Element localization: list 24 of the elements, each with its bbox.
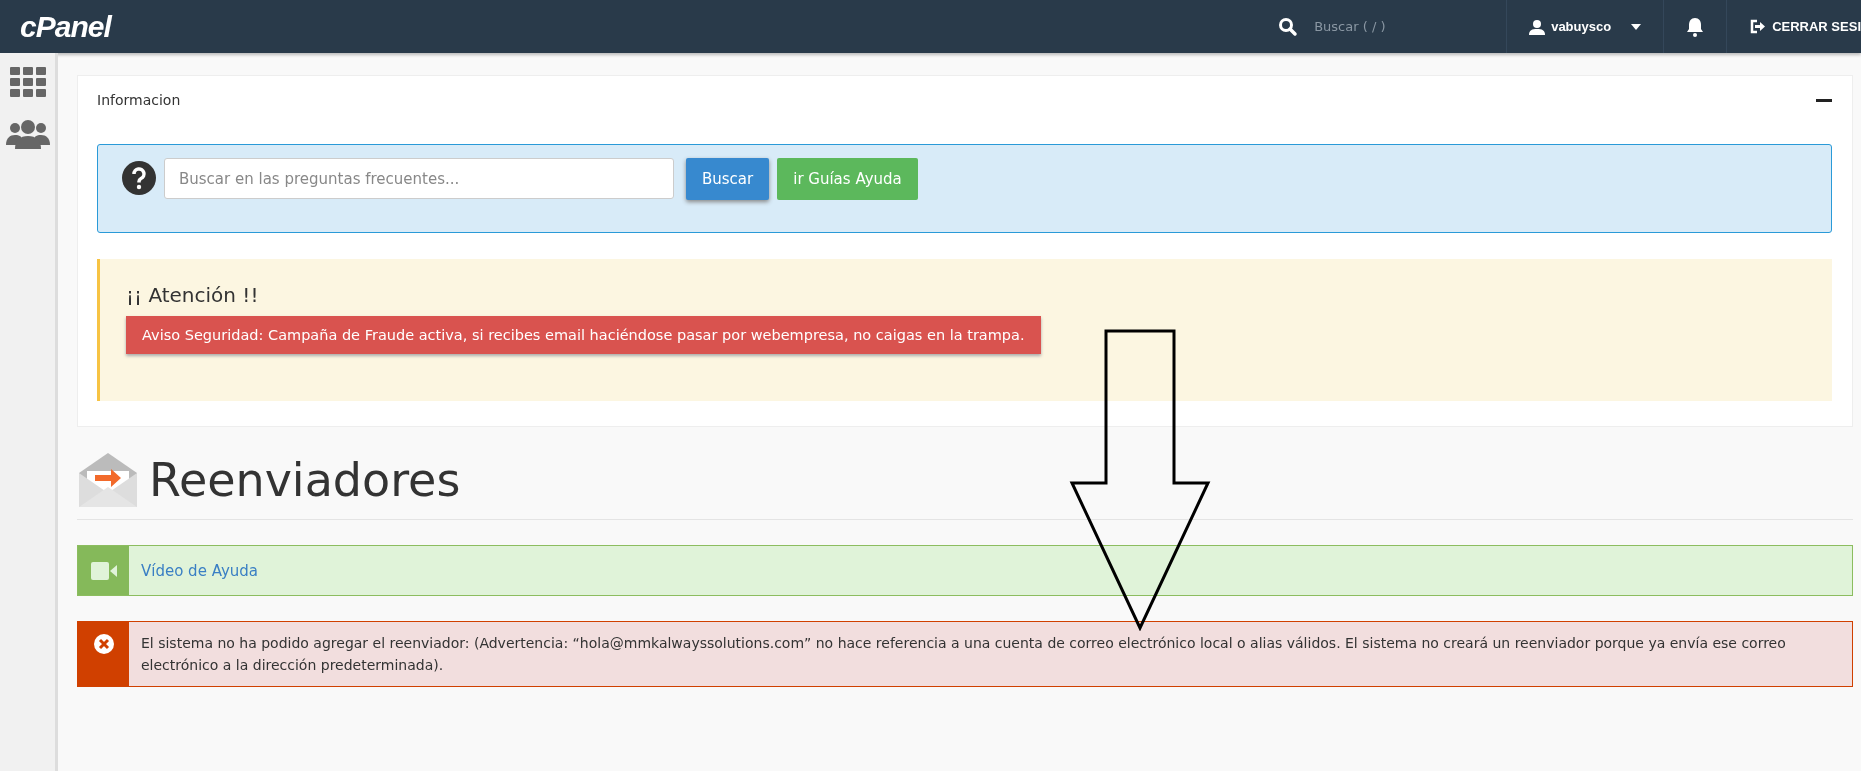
- help-icon: [122, 161, 156, 195]
- user-icon: [1529, 18, 1546, 35]
- error-text: El sistema no ha podido agregar el reenviador: (Advertencia: “hola@mmkalwayssolutions.com” no hace referencia a una cuenta de correo electrónico local o alias válidos. El sistema no creará un reenviador porque ya envía ese correo electrónico a la dirección predeterminada).: [140, 634, 1787, 675]
- search-icon: [1278, 16, 1299, 37]
- error-icon: [93, 634, 114, 654]
- logout-link[interactable]: CERRAR SESI: [1772, 19, 1861, 34]
- username-menu[interactable]: vabuysco: [1551, 19, 1612, 34]
- video-camera-icon: [90, 561, 117, 580]
- attention-title: ¡¡ Atención !!: [126, 283, 259, 307]
- users-icon[interactable]: [5, 119, 50, 149]
- faq-search-field[interactable]: Buscar en las preguntas frecuentes...: [164, 158, 674, 199]
- security-alert: Aviso Seguridad: Campaña de Fraude activa, si recibes email haciéndose pasar por webempresa, no caigas en la trampa.: [126, 316, 1041, 354]
- bell-icon[interactable]: [1686, 16, 1705, 37]
- search-button[interactable]: Buscar: [686, 158, 770, 200]
- collapse-icon[interactable]: [1816, 98, 1832, 102]
- forwarder-envelope-icon: [77, 451, 139, 509]
- logout-icon: [1749, 19, 1767, 34]
- grid-icon[interactable]: [9, 67, 46, 97]
- page-title: Reenviadores: [149, 453, 461, 507]
- panel-title: Informacion: [97, 92, 181, 108]
- video-help-link[interactable]: Vídeo de Ayuda: [141, 561, 258, 580]
- search-field[interactable]: Buscar ( / ): [1312, 18, 1467, 35]
- logo[interactable]: cPanel: [20, 9, 111, 44]
- caret-icon[interactable]: [1631, 23, 1642, 30]
